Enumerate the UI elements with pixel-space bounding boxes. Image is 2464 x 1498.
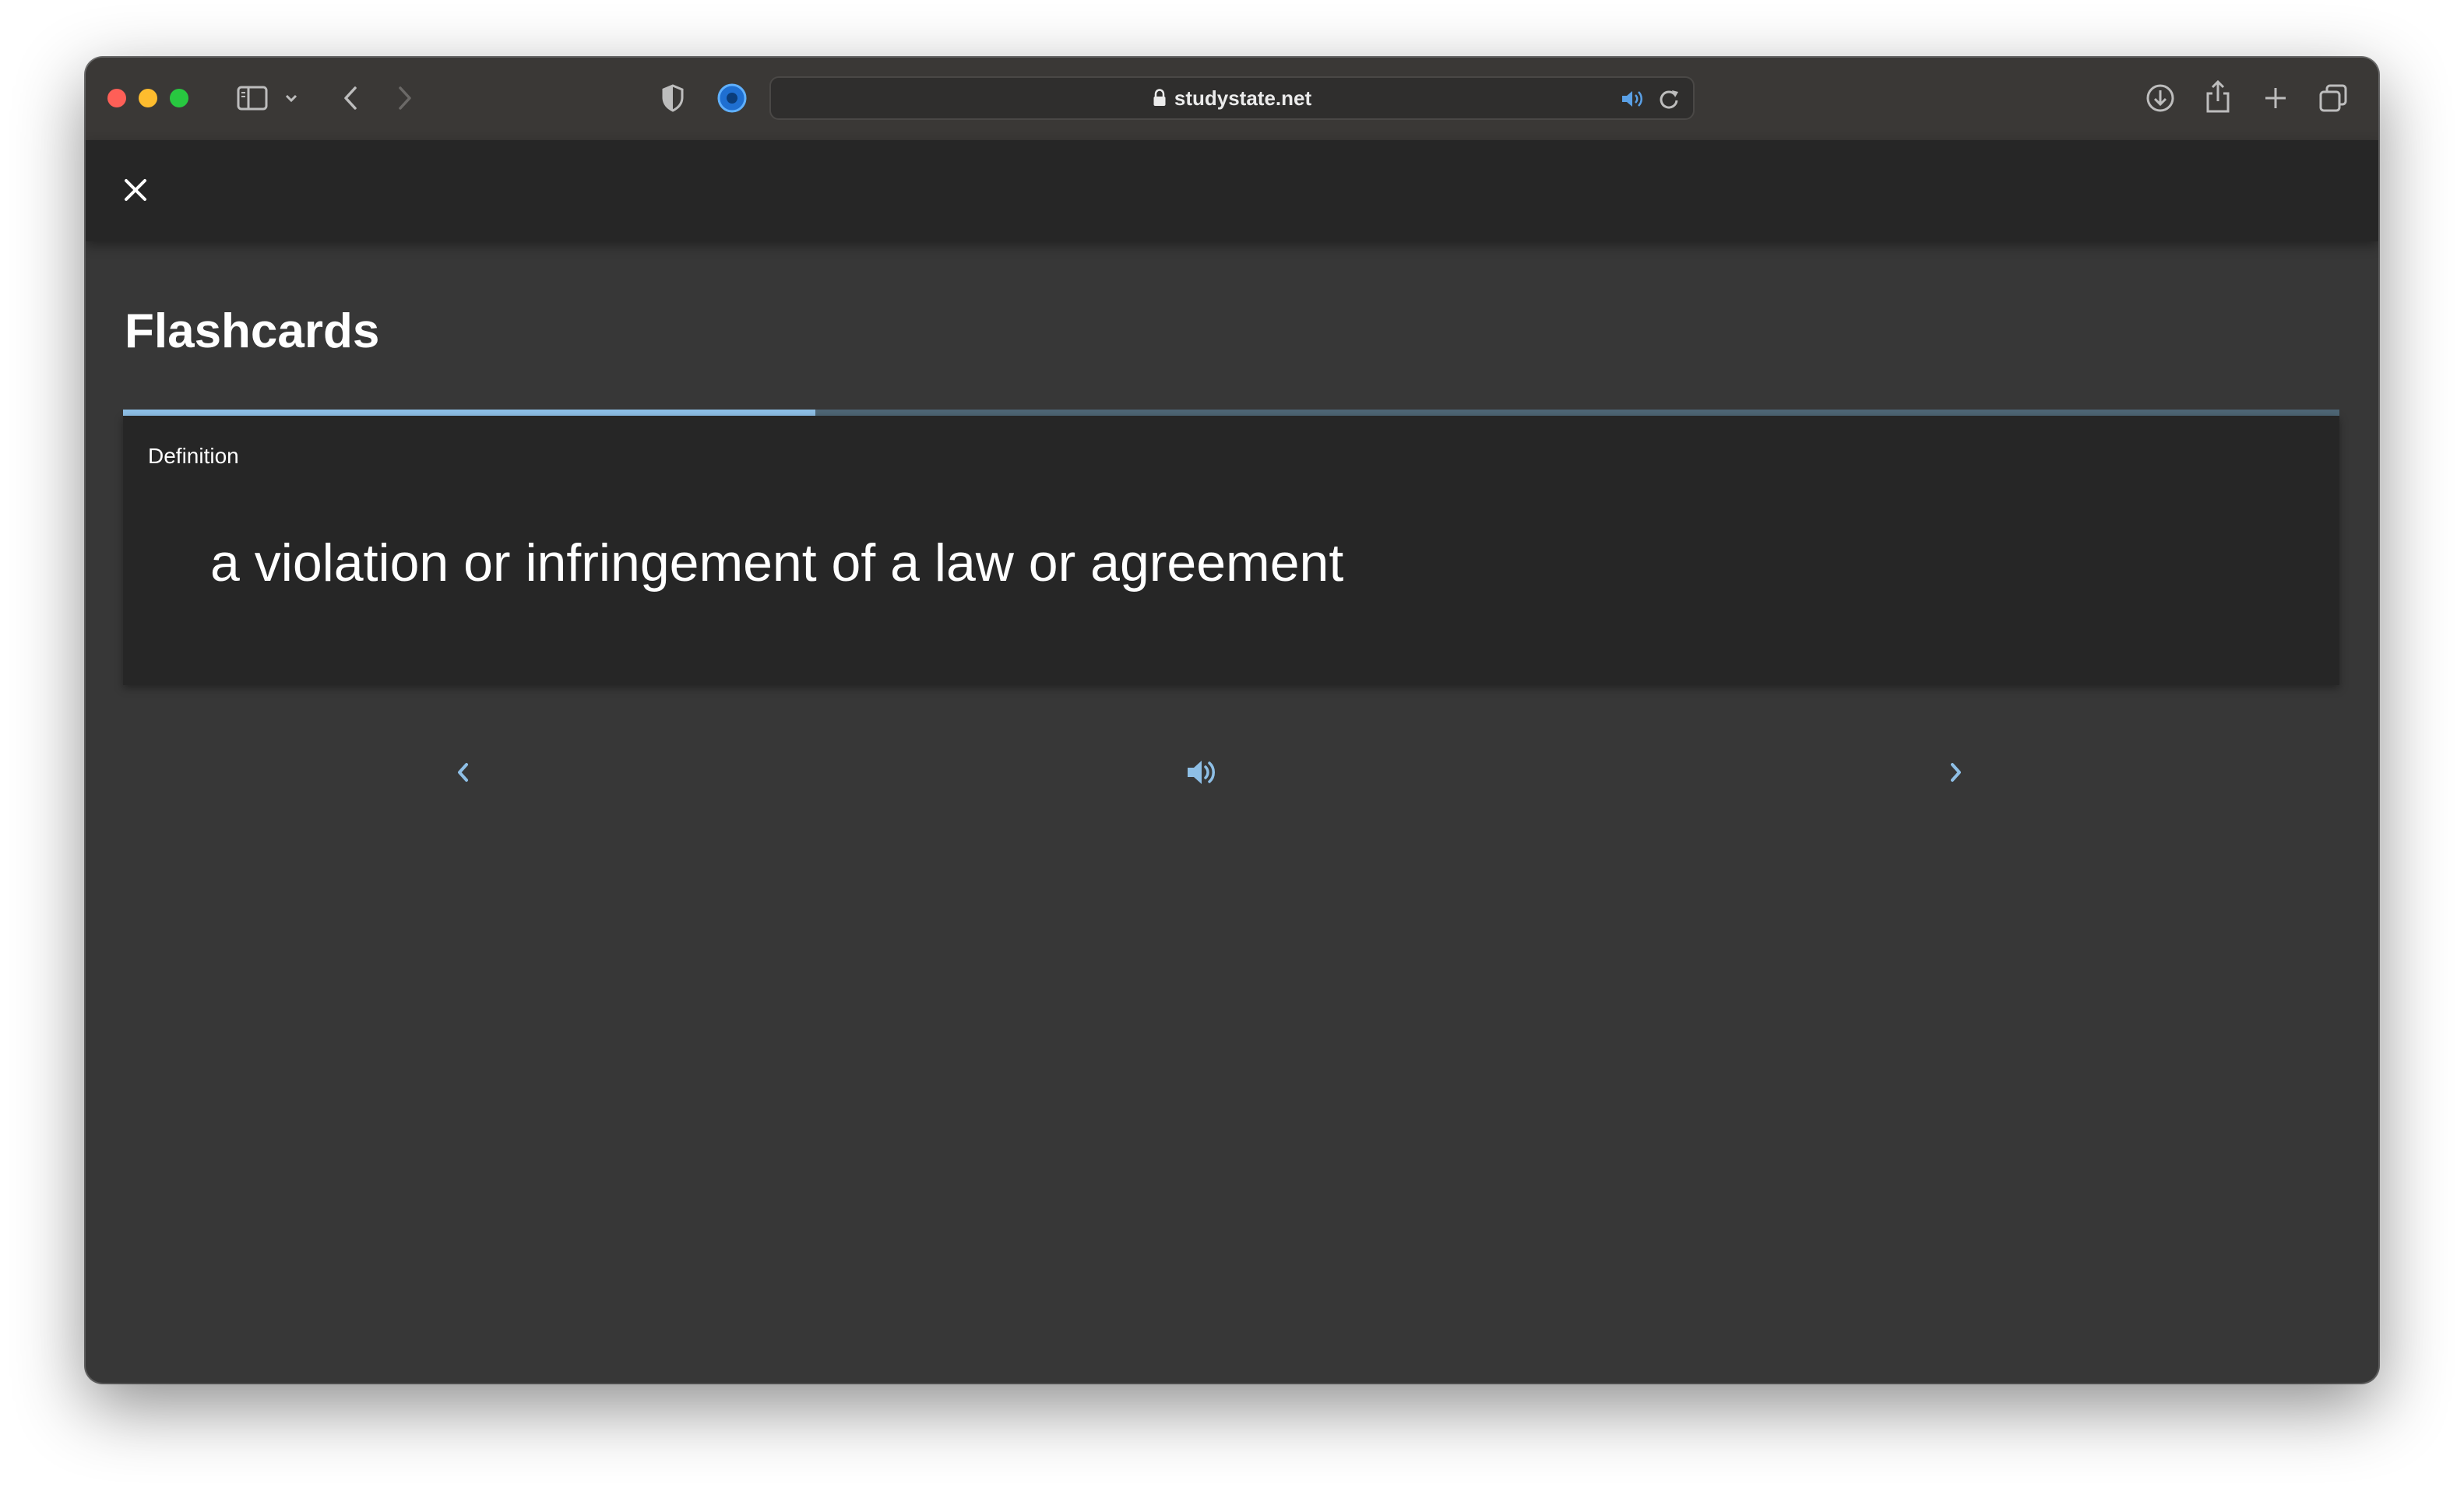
reload-icon[interactable] xyxy=(1657,87,1681,111)
back-icon[interactable] xyxy=(333,81,368,115)
progress-fill xyxy=(123,410,816,416)
lock-icon xyxy=(1153,89,1167,107)
download-icon[interactable] xyxy=(2142,79,2179,117)
chevron-down-icon[interactable] xyxy=(282,89,301,107)
flashcard[interactable]: Definition a violation or infringement o… xyxy=(123,416,2339,685)
browser-window: studystate.net Flashcards Definition a v… xyxy=(86,58,2378,1383)
next-card-button[interactable] xyxy=(1933,751,1980,797)
tab-overview-icon[interactable] xyxy=(2314,79,2352,117)
play-audio-button[interactable] xyxy=(1179,751,1226,797)
url-text: studystate.net xyxy=(1174,86,1312,110)
card-side-label: Definition xyxy=(148,444,239,468)
speaker-icon xyxy=(1185,757,1220,792)
chevron-left-icon xyxy=(455,761,470,787)
shield-icon[interactable] xyxy=(654,79,692,117)
browser-toolbar: studystate.net xyxy=(86,58,2378,142)
forward-icon[interactable] xyxy=(388,81,422,115)
progress-bar xyxy=(123,410,2339,416)
page-title: Flashcards xyxy=(125,304,380,358)
speaker-icon[interactable] xyxy=(1620,87,1646,111)
address-bar[interactable]: studystate.net xyxy=(769,76,1695,120)
plus-icon[interactable] xyxy=(2257,79,2294,117)
app-header xyxy=(86,140,2378,241)
previous-card-button[interactable] xyxy=(439,751,486,797)
close-window-button[interactable] xyxy=(107,89,126,107)
minimize-window-button[interactable] xyxy=(139,89,157,107)
sidebar-icon[interactable] xyxy=(235,81,269,115)
card-text: a violation or infringement of a law or … xyxy=(210,533,1344,593)
close-icon[interactable] xyxy=(120,174,151,206)
zoom-window-button[interactable] xyxy=(170,89,188,107)
extension-icon[interactable] xyxy=(713,79,751,117)
chevron-right-icon xyxy=(1948,761,1964,787)
share-icon[interactable] xyxy=(2199,76,2237,117)
